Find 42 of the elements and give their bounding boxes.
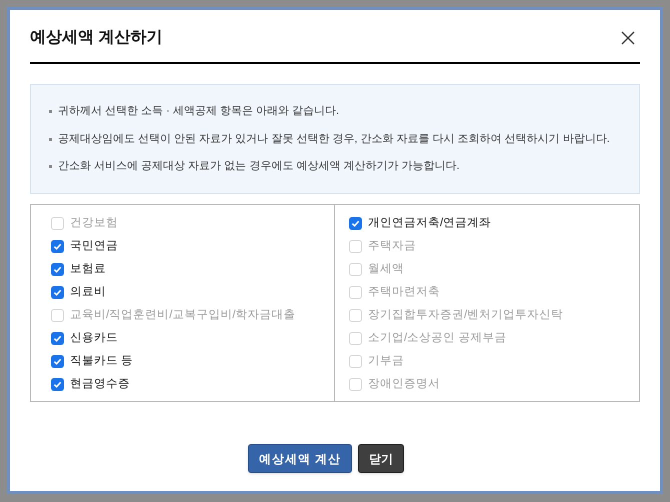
checkbox[interactable]	[349, 355, 362, 368]
bullet-icon	[49, 165, 52, 168]
checkbox[interactable]	[51, 217, 64, 230]
checkbox-label: 신용카드	[70, 330, 118, 346]
checkbox-label: 장기집합투자증권/벤처기업투자신탁	[368, 308, 564, 323]
checkbox[interactable]	[349, 332, 362, 345]
dialog-title: 예상세액 계산하기	[30, 28, 162, 48]
checkbox-label: 소기업/소상공인 공제부금	[368, 330, 506, 346]
checkbox-label: 직불카드 등	[70, 354, 134, 369]
checkbox[interactable]	[51, 263, 64, 276]
checkbox[interactable]	[349, 263, 362, 276]
bullet-icon	[49, 110, 52, 113]
checkbox-label: 월세액	[368, 262, 404, 277]
checkbox-label: 현금영수증	[70, 376, 130, 392]
notice-text: 공제대상임에도 선택이 안된 자료가 있거나 잘못 선택한 경우, 간소화 자료를 다시 조회하여 선택하시기 바랍니다.	[58, 132, 610, 147]
checkbox-label: 기부금	[368, 354, 404, 369]
notice-text: 귀하께서 선택한 소득 · 세액공제 항목은 아래와 같습니다.	[58, 104, 340, 120]
checkbox-label: 보험료	[70, 262, 106, 277]
checkbox[interactable]	[51, 286, 64, 299]
notice-text: 간소화 서비스에 공제대상 자료가 없는 경우에도 예상세액 계산하기가 가능합니다.	[58, 159, 460, 174]
checkbox[interactable]	[51, 378, 64, 391]
checkbox[interactable]	[349, 378, 362, 391]
checkbox[interactable]	[51, 332, 64, 345]
checkbox-label: 장애인증명서	[368, 376, 440, 392]
checkbox-label: 건강보험	[70, 216, 118, 231]
checkbox[interactable]	[51, 309, 64, 322]
checkbox[interactable]	[349, 286, 362, 299]
checkbox-label: 주택자금	[368, 238, 416, 254]
checkbox[interactable]	[51, 240, 64, 253]
checkbox[interactable]	[349, 217, 362, 230]
checkbox-label: 국민연금	[70, 238, 118, 254]
checkbox-label: 주택마련저축	[368, 284, 440, 300]
calculate-button[interactable]: 예상세액 계산	[248, 444, 352, 473]
checkbox[interactable]	[349, 240, 362, 253]
checkbox-label: 의료비	[70, 284, 106, 300]
checkbox-label: 교육비/직업훈련비/교복구입비/학자금대출	[70, 308, 296, 323]
close-icon[interactable]	[620, 30, 636, 46]
checkbox[interactable]	[51, 355, 64, 368]
checkbox-label: 개인연금저축/연금계좌	[368, 216, 492, 231]
bullet-icon	[49, 138, 52, 140]
checkbox[interactable]	[349, 309, 362, 322]
close-button[interactable]: 닫기	[358, 444, 404, 473]
